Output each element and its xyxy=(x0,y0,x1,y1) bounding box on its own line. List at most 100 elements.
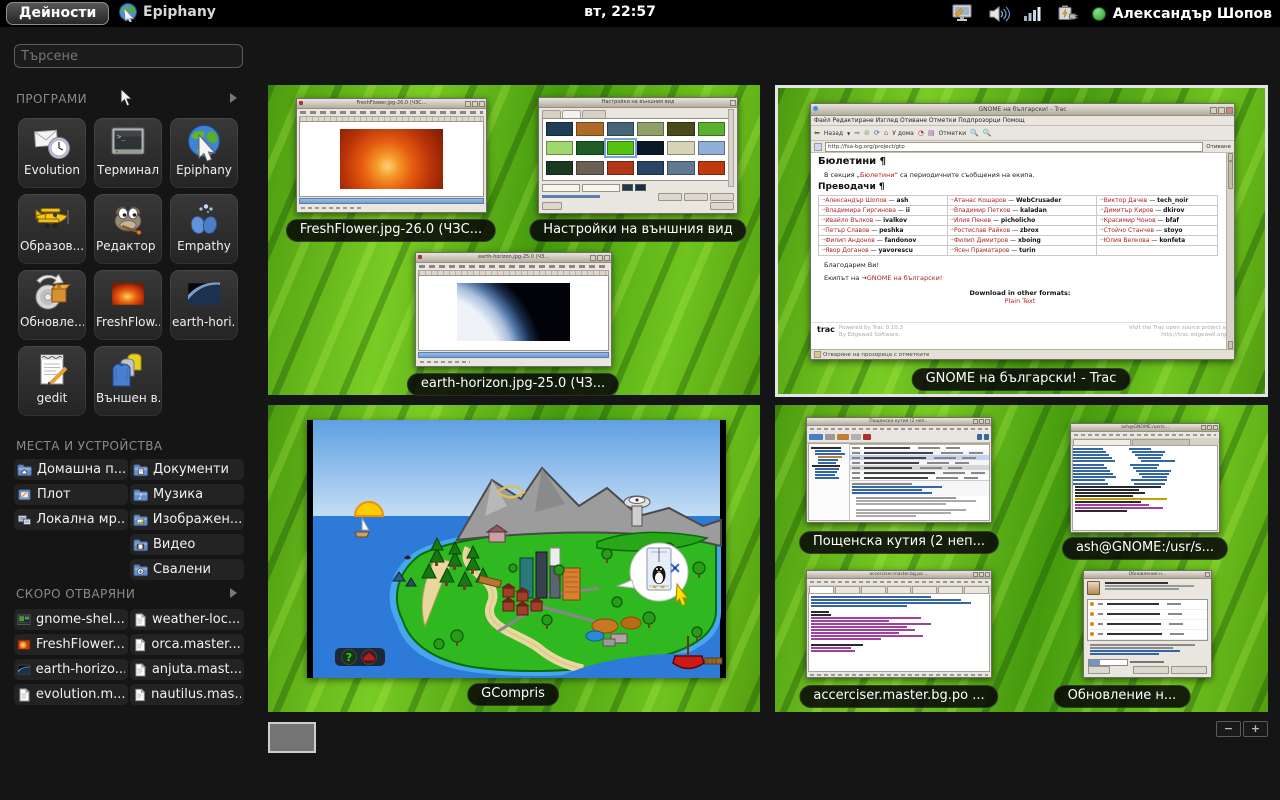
translator-name-link[interactable]: Красимир Чонов xyxy=(1104,217,1156,224)
sidebar-item-документи[interactable]: Документи xyxy=(130,459,244,480)
sidebar-item-orcamaster[interactable]: orca.master.... xyxy=(130,634,244,655)
translator-name-link[interactable]: Александър Шопов xyxy=(825,197,886,204)
tab[interactable] xyxy=(938,586,963,593)
tab[interactable] xyxy=(964,586,989,593)
wallpaper-thumb[interactable] xyxy=(667,141,694,155)
tab[interactable] xyxy=(887,586,912,593)
app-tile-образов[interactable]: Образов... xyxy=(18,194,86,264)
wallpaper-thumb[interactable] xyxy=(576,122,603,136)
workspace-2-active[interactable]: GNOME на български! - Trac Файл Редактир… xyxy=(775,85,1268,397)
sidebar-item-видео[interactable]: Видео xyxy=(130,534,244,555)
app-tile-freshflow[interactable]: FreshFlow... xyxy=(94,270,162,340)
wallpaper-thumb[interactable] xyxy=(607,122,634,136)
app-tile-empathy[interactable]: Empathy xyxy=(170,194,238,264)
translator-name-link[interactable]: Ясен Праматаров xyxy=(954,247,1009,254)
translator-name-link[interactable]: Атанас Кошаров xyxy=(954,197,1006,204)
translator-name-link[interactable]: Петър Славов xyxy=(825,227,869,234)
window-update-manager[interactable]: Обновление н... xyxy=(1083,570,1212,678)
tab[interactable] xyxy=(582,110,606,118)
translator-name-link[interactable]: Ивайло Вълков xyxy=(825,217,873,224)
translator-name-link[interactable]: Ростислав Райков xyxy=(954,227,1010,234)
app-tile-външенв[interactable]: Външен в... xyxy=(94,346,162,416)
sidebar-item-плот[interactable]: Плот xyxy=(14,484,128,505)
install-button[interactable] xyxy=(1171,666,1207,674)
app-tile-earthhori[interactable]: earth-hori... xyxy=(170,270,238,340)
window-appearance-settings[interactable]: Настройки на външния вид xyxy=(538,97,738,214)
window-gimp-earth[interactable]: earth-horizon.jpg-25.0 (ЧЗ... xyxy=(415,252,612,367)
app-tile-терминал[interactable]: >_Терминал xyxy=(94,118,162,188)
check-button[interactable] xyxy=(1133,666,1169,674)
wallpaper-thumb[interactable] xyxy=(546,141,573,155)
reload-icon[interactable]: ⟳ xyxy=(874,129,880,137)
window-gcompris[interactable]: ? xyxy=(307,420,726,678)
tab[interactable] xyxy=(809,586,834,593)
color-swatch[interactable] xyxy=(622,184,633,191)
translator-name-link[interactable]: Филип Димитров xyxy=(954,237,1008,244)
color-swatch[interactable] xyxy=(635,184,646,191)
translator-name-link[interactable]: Стойчо Станчев xyxy=(1104,227,1154,234)
zoom-out-icon[interactable]: 🔍 xyxy=(983,129,992,137)
translator-name-link[interactable]: Юлия Велкова xyxy=(1104,237,1150,244)
forward-icon[interactable]: ➡ xyxy=(854,129,860,137)
wallpaper-grid[interactable] xyxy=(542,118,729,181)
workspace-4[interactable]: Пощенска кутия (2 неп... Пощенска кутия xyxy=(775,405,1268,712)
colors-dropdown[interactable] xyxy=(582,184,620,192)
mini-scrollbar[interactable] xyxy=(1226,153,1234,349)
update-row[interactable] xyxy=(1088,620,1207,630)
zoom-in-button[interactable]: + xyxy=(1243,721,1268,737)
translator-name-link[interactable]: Владимира Гиргинова xyxy=(825,207,896,214)
sidebar-item-музика[interactable]: ♪Музика xyxy=(130,484,244,505)
wallpaper-thumb[interactable] xyxy=(667,161,694,175)
app-tile-evolution[interactable]: Evolution xyxy=(18,118,86,188)
window-terminal[interactable]: ash@GNOME:/usr/s... xyxy=(1070,423,1220,533)
restore-button[interactable] xyxy=(658,193,682,201)
window-gedit-po[interactable]: accerciser.master.bg.po ... xyxy=(806,570,992,678)
network-signal-icon[interactable] xyxy=(1024,6,1042,21)
tab[interactable] xyxy=(542,110,561,118)
sidebar-item-локалнамр[interactable]: Локална мр... xyxy=(14,509,128,530)
window-gimp-freshflower[interactable]: FreshFlower.jpg-26.0 (ЧЗС... xyxy=(296,98,487,213)
sidebar-item-weatherloc[interactable]: weather-loc... xyxy=(130,609,244,630)
workspace-3[interactable]: ? GCompris xyxy=(268,405,760,712)
sidebar-item-earthhorizo[interactable]: earth-horizo... xyxy=(14,659,128,680)
update-row[interactable] xyxy=(1088,610,1207,620)
app-tile-gedit[interactable]: gedit xyxy=(18,346,86,416)
translator-name-link[interactable]: Явор Доганов xyxy=(825,247,868,254)
volume-icon[interactable] xyxy=(988,5,1010,23)
wallpaper-thumb[interactable] xyxy=(637,161,664,175)
bookmarks-icon[interactable]: ▤ xyxy=(928,129,935,137)
wallpaper-thumb[interactable] xyxy=(637,122,664,136)
zoom-in-icon[interactable]: 🔍 xyxy=(970,129,979,137)
sidebar-item-gnomeshel[interactable]: gnome-shel... xyxy=(14,609,128,630)
update-row[interactable] xyxy=(1088,600,1207,610)
zoom-out-button[interactable]: − xyxy=(1216,721,1241,737)
sidebar-item-freshflower[interactable]: FreshFlower... xyxy=(14,634,128,655)
sidebar-item-nautilusmas[interactable]: nautilus.mas... xyxy=(130,684,244,705)
clock[interactable]: вт, 22:57 xyxy=(540,4,700,20)
translator-name-link[interactable]: Владимир Петков xyxy=(954,207,1010,214)
wallpaper-thumb[interactable] xyxy=(698,161,725,175)
workspace-indicator[interactable] xyxy=(268,722,316,753)
home-icon[interactable]: ⌂ xyxy=(884,129,888,137)
bulletins-link[interactable]: Бюлетини xyxy=(860,171,895,179)
get-more-backgrounds-link[interactable] xyxy=(542,195,600,198)
app-tile-обновле[interactable]: Обновле... xyxy=(18,270,86,340)
battery-icon[interactable] xyxy=(1056,4,1078,23)
add-button[interactable] xyxy=(684,193,708,201)
team-link[interactable]: GNOME на български! xyxy=(867,274,943,282)
wallpaper-thumb[interactable] xyxy=(546,122,573,136)
search-input[interactable] xyxy=(14,44,243,68)
sidebar-item-evolutionm[interactable]: evolution.m... xyxy=(14,684,128,705)
wallpaper-thumb[interactable] xyxy=(698,122,725,136)
url-input[interactable]: http://fsa-bg.org/project/gtp xyxy=(825,142,1203,152)
wallpaper-thumb[interactable] xyxy=(637,141,664,155)
help-button[interactable] xyxy=(542,202,562,210)
stop-icon[interactable]: ⊘ xyxy=(864,129,870,137)
wallpaper-thumb[interactable] xyxy=(576,141,603,155)
user-menu[interactable]: Александър Шопов xyxy=(1092,6,1272,22)
back-icon[interactable]: ⬅ xyxy=(814,129,820,137)
activities-button[interactable]: Дейности xyxy=(6,2,109,25)
tab[interactable] xyxy=(912,586,937,593)
translator-name-link[interactable]: Илия Пенев xyxy=(954,217,991,224)
tab[interactable] xyxy=(861,586,886,593)
